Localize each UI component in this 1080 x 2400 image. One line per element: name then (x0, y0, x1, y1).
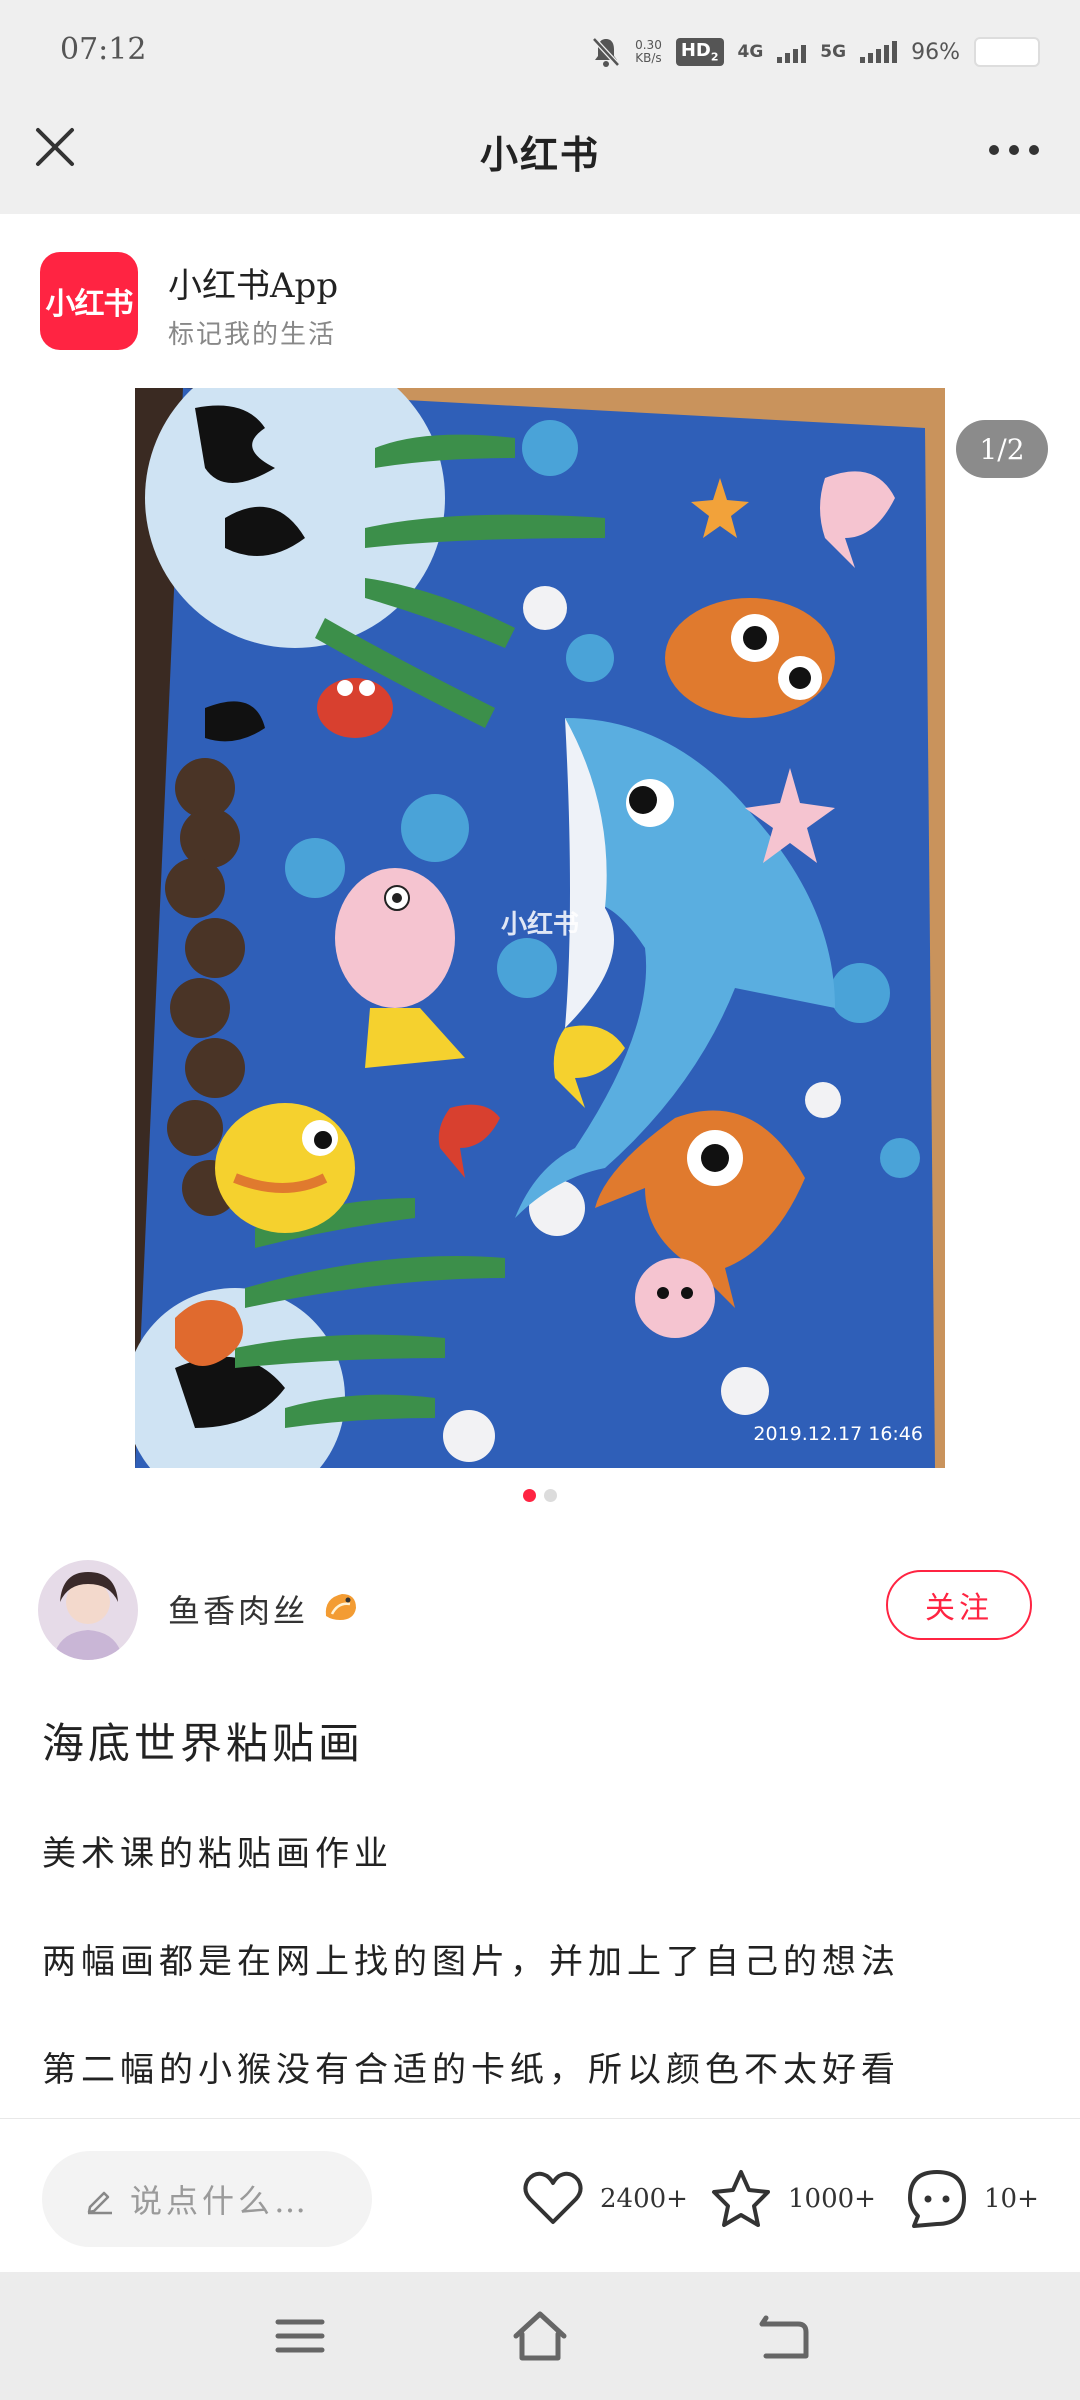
collect-count: 1000+ (788, 2184, 876, 2214)
comment-input[interactable]: 说点什么… (42, 2151, 372, 2247)
carousel-dot[interactable] (523, 1489, 536, 1502)
app-name: 小红书App (168, 266, 339, 306)
comment-bubble-icon (908, 2170, 966, 2228)
image-counter: 1/2 (956, 420, 1048, 478)
mute-bell-icon (592, 37, 620, 67)
comment-placeholder: 说点什么… (130, 2182, 311, 2220)
app-logo: 小红书 (40, 252, 138, 350)
carousel-indicator (0, 1489, 1080, 1505)
post-line: 第二幅的小猴没有合适的卡纸，所以颜色不太好看 (42, 2050, 900, 2090)
battery-percent: 96% (911, 39, 960, 65)
home-icon[interactable] (510, 2306, 570, 2366)
page-title: 小红书 (479, 132, 600, 177)
author-name[interactable]: 鱼香肉丝 (168, 1586, 308, 1632)
star-icon (712, 2170, 770, 2227)
network-speed: 0.30 KB/s (635, 39, 662, 65)
app-slogan: 标记我的生活 (168, 320, 337, 350)
post-line: 美术课的粘贴画作业 (42, 1834, 393, 1874)
like-count: 2400+ (600, 2184, 688, 2214)
collect-button[interactable]: 1000+ (708, 2163, 876, 2235)
app-banner[interactable]: 小红书 小红书App 标记我的生活 (0, 214, 1080, 389)
signal-icon (777, 41, 807, 63)
shrimp-emoji-icon (325, 1594, 356, 1620)
hd-label: HD (680, 40, 711, 62)
comment-count: 10+ (984, 2184, 1039, 2214)
comment-button[interactable]: 10+ (904, 2163, 1039, 2235)
avatar[interactable] (38, 1560, 138, 1660)
like-button[interactable]: 2400+ (520, 2163, 688, 2235)
hd-badge: HD2 (675, 38, 724, 66)
battery-icon (974, 37, 1040, 67)
photo-timestamp: 2019.12.17 16:46 (753, 1423, 923, 1445)
signal-icon-2 (860, 41, 898, 63)
carousel-dot[interactable] (544, 1489, 557, 1502)
network-type-2: 5G (820, 42, 847, 62)
title-bar: 小红书 (0, 100, 1080, 215)
navigation-bar (0, 2272, 1080, 2400)
hd-sub: 2 (710, 50, 719, 64)
post-line: 两幅画都是在网上找的图片，并加上了自己的想法 (42, 1942, 900, 1982)
speed-unit: KB/s (635, 51, 662, 65)
photo-carousel[interactable]: 小红书 2019.12.17 16:46 1/2 (0, 388, 1080, 1468)
photo-watermark: 小红书 (501, 909, 579, 940)
back-icon[interactable] (752, 2306, 812, 2366)
menu-icon[interactable] (270, 2306, 330, 2366)
pencil-icon (87, 2191, 112, 2215)
more-icon[interactable] (984, 130, 1044, 170)
status-time: 07:12 (60, 32, 147, 67)
post-photo: 小红书 2019.12.17 16:46 (135, 388, 945, 1468)
network-type-1: 4G (737, 42, 764, 62)
status-icons: 0.30 KB/s HD2 4G 5G 96% (591, 30, 1040, 74)
heart-icon (523, 2171, 583, 2224)
post-title: 海底世界粘贴画 (42, 1719, 365, 1768)
author-row: 鱼香肉丝 关注 (0, 1556, 1080, 1666)
status-bar: 07:12 0.30 KB/s HD2 4G 5G 96% (0, 0, 1080, 100)
action-bar: 说点什么… 2400+ 1000+ 10+ (0, 2118, 1080, 2273)
follow-button[interactable]: 关注 (886, 1570, 1032, 1640)
